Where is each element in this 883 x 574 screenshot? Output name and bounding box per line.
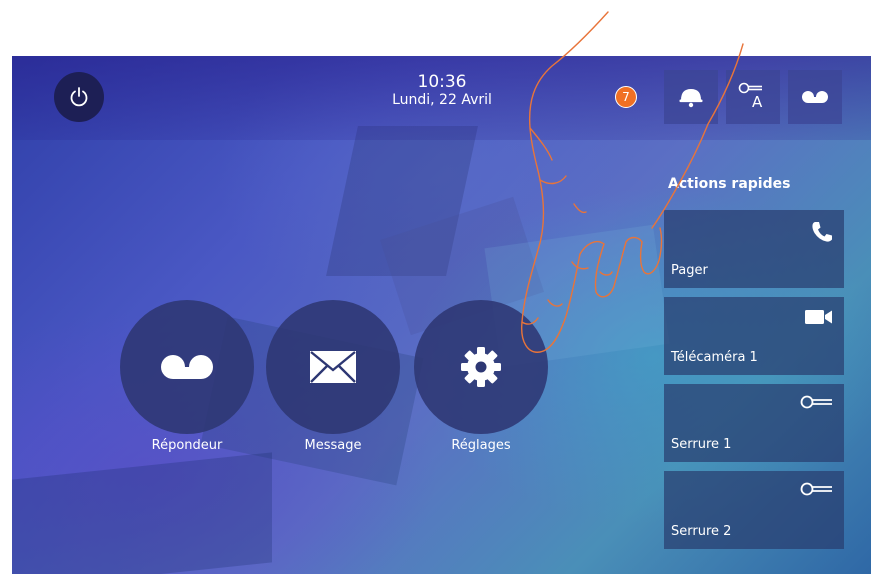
- notification-badge[interactable]: 7: [615, 86, 637, 108]
- quick-action-label: Pager: [671, 263, 708, 278]
- key-a-icon: A: [738, 82, 768, 112]
- voicemail-button[interactable]: [788, 70, 842, 124]
- quick-action-lock-2[interactable]: Serrure 2: [664, 471, 844, 549]
- clock-time: 10:36: [417, 72, 467, 92]
- quick-actions-title: Actions rapides: [668, 176, 791, 192]
- answering-machine-label: Répondeur: [151, 438, 223, 453]
- message-label: Message: [304, 438, 362, 453]
- bell-button[interactable]: [664, 70, 718, 124]
- message-button[interactable]: [266, 300, 400, 434]
- quick-action-label: Télécaméra 1: [671, 350, 758, 365]
- quick-action-pager[interactable]: Pager: [664, 210, 844, 288]
- quick-action-label: Serrure 2: [671, 524, 732, 539]
- background-shape: [12, 452, 272, 574]
- power-button[interactable]: [54, 72, 104, 122]
- video-camera-icon: [805, 310, 832, 324]
- settings-label: Réglages: [451, 438, 511, 453]
- key-icon: [800, 395, 832, 409]
- phone-icon: [812, 222, 832, 242]
- door-key-a-button[interactable]: A: [726, 70, 780, 124]
- clock: 10:36 Lundi, 22 Avril: [382, 73, 502, 109]
- quick-action-lock-1[interactable]: Serrure 1: [664, 384, 844, 462]
- voicemail-icon: [802, 91, 828, 103]
- settings-button[interactable]: [414, 300, 548, 434]
- voicemail-icon: [161, 355, 213, 379]
- clock-date: Lundi, 22 Avril: [392, 92, 492, 108]
- intercom-screen: 10:36 Lundi, 22 Avril 7 A Actions rapide…: [12, 56, 871, 574]
- quick-action-camera-1[interactable]: Télécaméra 1: [664, 297, 844, 375]
- key-a-letter: A: [752, 93, 763, 111]
- power-icon: [70, 87, 88, 107]
- key-icon: [800, 482, 832, 496]
- answering-machine-button[interactable]: [120, 300, 254, 434]
- gear-icon: [461, 347, 501, 387]
- envelope-icon: [310, 351, 356, 383]
- bell-icon: [679, 89, 703, 108]
- quick-action-label: Serrure 1: [671, 437, 732, 452]
